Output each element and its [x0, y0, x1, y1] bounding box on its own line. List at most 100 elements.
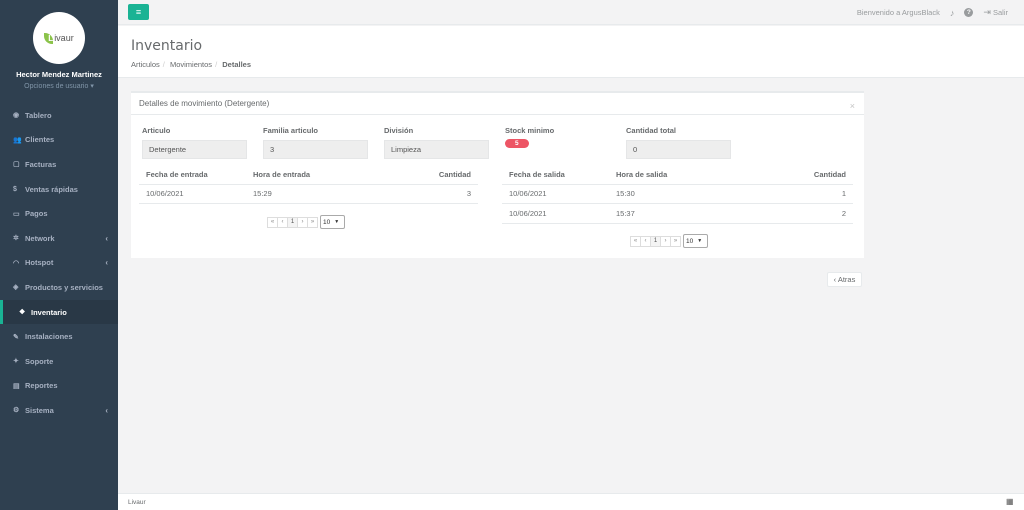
- breadcrumb-detalles: Detalles: [222, 60, 252, 69]
- sidebar-item-tablero[interactable]: ◉ Tablero: [0, 103, 118, 128]
- logo-text: ivaur: [54, 33, 74, 43]
- sign-out-icon: ⇥: [983, 7, 991, 17]
- table-cell: 1: [752, 184, 853, 204]
- cubes-icon: ❖: [19, 309, 26, 317]
- articulo-field: Detergente: [142, 140, 247, 159]
- sidebar-item-hotspot[interactable]: ◠ Hotspot ‹: [0, 251, 118, 276]
- column-header[interactable]: Fecha de entrada: [139, 165, 246, 185]
- field-articulo: Articulo Detergente: [142, 126, 263, 159]
- sidebar-item-sistema[interactable]: ⚙ Sistema ‹: [0, 398, 118, 423]
- dollar-icon: $: [13, 185, 17, 193]
- sidebar-item-label: Inventario: [31, 307, 67, 317]
- breadcrumb: Articulos / Movimientos / Detalles: [131, 60, 1024, 69]
- field-label: Articulo: [142, 126, 171, 135]
- close-icon[interactable]: ×: [850, 101, 855, 111]
- footer-brand: Livaur: [128, 498, 146, 506]
- sidebar: Livaur Hector Mendez Martinez Opciones d…: [0, 0, 118, 510]
- sidebar-item-label: Pagos: [25, 209, 48, 219]
- page-title: Inventario: [131, 38, 203, 54]
- breadcrumb-articulos[interactable]: Articulos: [131, 60, 160, 69]
- bell-icon[interactable]: ♪: [950, 8, 955, 18]
- column-header[interactable]: Cantidad: [386, 165, 478, 185]
- user-options-label: Opciones de usuario: [24, 83, 89, 90]
- cogs-icon: ⚙: [13, 407, 20, 415]
- user-name: Hector Mendez Martinez: [16, 70, 102, 79]
- salidas-pagination: « ‹ 1 › » 10 ▼: [630, 234, 708, 248]
- table-header-row: Fecha de entrada Hora de entrada Cantida…: [139, 165, 478, 185]
- column-header[interactable]: Fecha de salida: [502, 165, 609, 185]
- sidebar-item-ventas-r-pidas[interactable]: $ Ventas rápidas: [0, 177, 118, 202]
- item-fields: Articulo Detergente Familia articulo 3 D…: [142, 126, 747, 159]
- field-division: División Limpieza: [384, 126, 505, 159]
- breadcrumb-movimientos[interactable]: Movimientos: [170, 60, 212, 69]
- column-header[interactable]: Cantidad: [752, 165, 853, 185]
- tags-icon: ◈: [13, 284, 19, 292]
- table-cell: 15:29: [246, 184, 387, 204]
- book-icon: ▤: [13, 382, 20, 390]
- caret-down-icon: ▾: [90, 83, 94, 90]
- last-page-button[interactable]: »: [307, 216, 318, 228]
- help-icon[interactable]: ?: [964, 8, 974, 17]
- column-header[interactable]: Hora de entrada: [246, 165, 387, 185]
- table-row: 10/06/2021 15:37 2: [502, 203, 853, 224]
- sidebar-item-label: Clientes: [25, 135, 55, 145]
- chevron-down-icon: ▼: [334, 219, 340, 225]
- sidebar-item-label: Network: [25, 233, 55, 243]
- sidebar-item-facturas[interactable]: ▢ Facturas: [0, 152, 118, 177]
- movement-details-panel: Detalles de movimiento (Detergente) × Ar…: [131, 91, 864, 258]
- entradas-table: Fecha de entrada Hora de entrada Cantida…: [139, 165, 478, 204]
- sidebar-item-pagos[interactable]: ▭ Pagos: [0, 201, 118, 226]
- page-size-select[interactable]: 10 ▼: [683, 234, 708, 248]
- logout-link[interactable]: ⇥ Salir: [983, 7, 1008, 18]
- sidebar-item-instalaciones[interactable]: ✎ Instalaciones: [0, 324, 118, 349]
- sidebar-item-soporte[interactable]: ✦ Soporte: [0, 349, 118, 374]
- field-label: División: [384, 126, 414, 135]
- money-icon: ▭: [13, 210, 20, 218]
- stock-minimo-badge: 5: [505, 139, 529, 148]
- sidebar-item-label: Ventas rápidas: [25, 184, 78, 194]
- brand-logo: Livaur: [44, 32, 74, 44]
- page-heading: Inventario Articulos / Movimientos / Detal…: [118, 26, 1024, 78]
- user-options-dropdown[interactable]: Opciones de usuario ▾: [0, 82, 118, 90]
- calculator-icon[interactable]: ▦: [1006, 497, 1016, 507]
- table-row: 10/06/2021 15:29 3: [139, 184, 478, 204]
- logout-label: Salir: [992, 8, 1008, 17]
- breadcrumb-separator: /: [162, 60, 165, 69]
- wifi-icon: ◠: [13, 259, 20, 267]
- logo-letter: L: [48, 33, 54, 43]
- avatar[interactable]: Livaur: [33, 12, 85, 64]
- wrench-icon: ✎: [13, 333, 19, 341]
- field-label: Cantidad total: [626, 126, 676, 135]
- last-page-button[interactable]: »: [670, 235, 681, 247]
- table-header-row: Fecha de salida Hora de salida Cantidad: [502, 165, 853, 185]
- sidebar-item-network[interactable]: ✲ Network ‹: [0, 226, 118, 251]
- welcome-text: Bienvenido a ArgusBlack: [856, 8, 940, 17]
- topbar: ≡ Bienvenido a ArgusBlack ♪ ? ⇥ Salir: [118, 0, 1024, 25]
- table-cell: 10/06/2021: [502, 184, 609, 204]
- field-familia: Familia articulo 3: [263, 126, 384, 159]
- sidebar-item-productos-y-servicios[interactable]: ◈ Productos y servicios: [0, 275, 118, 300]
- table-cell: 10/06/2021: [502, 203, 609, 224]
- sidebar-item-label: Reportes: [25, 381, 58, 391]
- users-icon: 👥: [13, 136, 22, 144]
- field-cantidad-total: Cantidad total 0: [626, 126, 747, 159]
- sidebar-item-clientes[interactable]: 👥 Clientes: [0, 128, 118, 153]
- familia-field: 3: [263, 140, 368, 159]
- field-label: Familia articulo: [263, 126, 319, 135]
- division-field: Limpieza: [384, 140, 489, 159]
- chevron-down-icon: ▼: [697, 238, 703, 244]
- support-icon: ✦: [13, 358, 19, 366]
- chevron-left-icon: ‹: [105, 405, 108, 415]
- sidebar-item-reportes[interactable]: ▤ Reportes: [0, 374, 118, 399]
- back-button[interactable]: ‹ Atras: [827, 272, 862, 287]
- table-cell: 3: [386, 184, 478, 204]
- page-size-value: 10: [323, 218, 331, 226]
- menu-toggle-button[interactable]: ≡: [128, 4, 149, 20]
- column-header[interactable]: Hora de salida: [609, 165, 753, 185]
- field-label: Stock minimo: [505, 126, 555, 135]
- page-size-select[interactable]: 10 ▼: [320, 215, 345, 229]
- sidebar-item-inventario[interactable]: ❖ Inventario: [0, 299, 118, 325]
- chevron-left-icon: ‹: [105, 258, 108, 268]
- profile-section: Livaur Hector Mendez Martinez Opciones d…: [0, 0, 118, 103]
- footer: Livaur ▦: [118, 493, 1024, 510]
